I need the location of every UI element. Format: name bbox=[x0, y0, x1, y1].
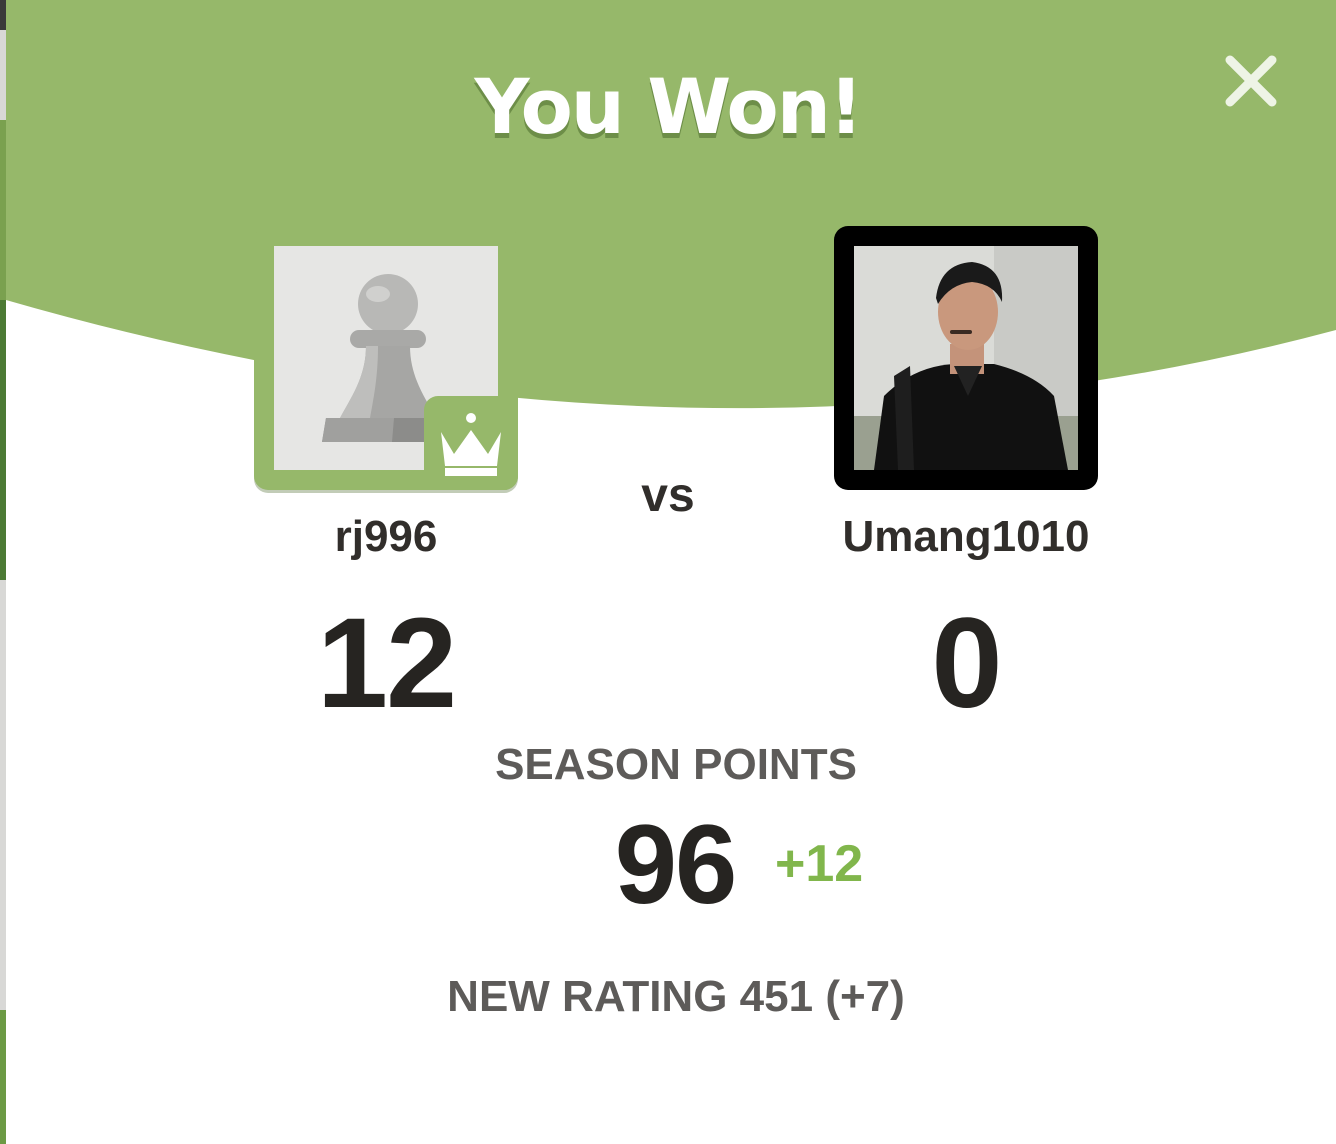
rating-label: NEW RATING bbox=[447, 972, 728, 1021]
season-points-label: SEASON POINTS bbox=[495, 740, 857, 789]
season-points-row: 96 +12 bbox=[0, 800, 1336, 927]
result-title: You Won! bbox=[474, 62, 864, 151]
rating-delta: (+7) bbox=[825, 972, 905, 1021]
crown-icon bbox=[441, 413, 501, 476]
user-photo bbox=[854, 246, 1078, 470]
season-points-value: 96 bbox=[614, 802, 738, 927]
versus-label: vs bbox=[641, 469, 695, 522]
player-name-left[interactable]: rj996 bbox=[186, 512, 586, 562]
close-button[interactable] bbox=[1220, 50, 1282, 112]
winner-badge bbox=[424, 396, 518, 490]
player-score-left: 12 bbox=[316, 592, 457, 735]
new-rating: NEW RATING 451 (+7) bbox=[0, 972, 1336, 1022]
season-points-delta: +12 bbox=[775, 835, 864, 893]
player-avatar-right[interactable] bbox=[834, 226, 1098, 490]
rating-value: 451 bbox=[739, 972, 814, 1021]
avatar-image-right bbox=[854, 246, 1078, 470]
player-name-right[interactable]: Umang1010 bbox=[766, 512, 1166, 562]
player-score-right: 0 bbox=[931, 592, 1002, 735]
game-over-modal: You Won! vs rj996 Umang1010 12 0 SEASON … bbox=[0, 0, 1336, 1144]
close-icon bbox=[1225, 55, 1277, 107]
player-avatar-left[interactable] bbox=[254, 226, 518, 490]
